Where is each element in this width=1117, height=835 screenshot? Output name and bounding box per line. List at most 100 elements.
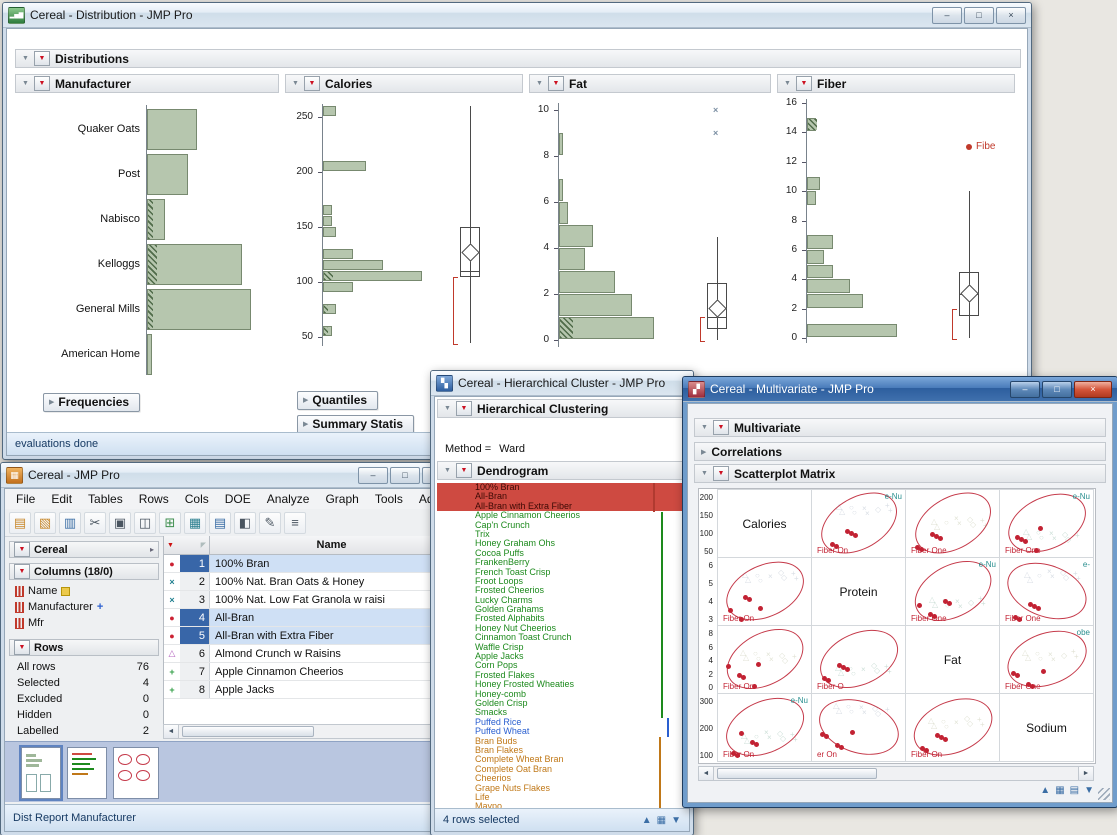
column-item-name[interactable]: Name <box>9 583 159 599</box>
maximize-button[interactable]: □ <box>964 7 994 24</box>
menu-rows[interactable]: Rows <box>132 491 176 507</box>
histogram-bar-140[interactable] <box>323 227 336 237</box>
bar-quaker-oats[interactable] <box>147 109 197 150</box>
matrix-cell-sodium-protein[interactable]: ◇×○△+◇×○△er On <box>811 693 906 762</box>
minimize-button[interactable]: – <box>1010 381 1040 398</box>
cell-name[interactable]: Apple Jacks <box>210 681 453 698</box>
histogram-bar-70[interactable] <box>323 304 336 314</box>
distribution-titlebar[interactable]: Cereal - Distribution - JMP Pro – □ × <box>3 3 1031 28</box>
histogram-bar-14[interactable] <box>807 118 816 132</box>
panel-chevron-icon[interactable]: ▸ <box>150 545 154 554</box>
dendrogram-red-triangle-menu[interactable]: ▼ <box>456 463 472 478</box>
table-row-6[interactable]: △6Almond Crunch w Raisins <box>164 645 453 663</box>
matrix-cell-sodium-calories[interactable]: △+◇×○△+◇×Fiber One-Nu <box>717 693 812 762</box>
table-row-2[interactable]: ×2100% Nat. Bran Oats & Honey <box>164 573 453 591</box>
manufacturer-red-triangle-menu[interactable]: ▼ <box>34 76 50 91</box>
table-row-1[interactable]: ●1100% Bran <box>164 555 453 573</box>
bar-general-mills[interactable] <box>147 289 251 330</box>
histogram-bar-4[interactable] <box>807 265 833 279</box>
fiber-red-triangle-menu[interactable]: ▼ <box>796 76 812 91</box>
matrix-cell-sodium-sodium[interactable]: Sodium <box>999 693 1094 762</box>
maximize-button[interactable]: □ <box>390 467 420 484</box>
histogram-bar-4[interactable] <box>559 225 593 247</box>
thumbnail-multivariate-report[interactable] <box>113 747 159 799</box>
journal-view-icon[interactable]: ▤ <box>1070 785 1079 796</box>
menu-doe[interactable]: DOE <box>218 491 258 507</box>
disclosure-open-icon[interactable]: ▼ <box>292 80 299 87</box>
add-rows-icon[interactable]: ⊞ <box>159 512 181 534</box>
grid-horizontal-scrollbar[interactable]: ◄ ► <box>163 724 453 739</box>
matrix-cell-fat-calories[interactable]: ◇×○△+◇×○△Fiber On <box>717 625 812 694</box>
calories-red-triangle-menu[interactable]: ▼ <box>304 76 320 91</box>
histogram-bar-2[interactable] <box>807 294 863 308</box>
copy-icon[interactable]: ▣ <box>109 512 131 534</box>
disclosure-open-icon[interactable]: ▼ <box>701 470 708 477</box>
open-icon[interactable]: ▧ <box>34 512 56 534</box>
histogram-bar-100[interactable] <box>323 271 422 281</box>
disclosure-open-icon[interactable]: ▼ <box>784 80 791 87</box>
matrix-cell-calories-protein[interactable]: ×○△+◇×○△+Fiber One-Nu <box>811 489 906 558</box>
quantiles-button[interactable]: ▶ Quantiles <box>297 391 378 410</box>
columns-red-triangle-menu[interactable]: ▼ <box>14 564 30 579</box>
disclosure-open-icon[interactable]: ▼ <box>22 55 29 62</box>
matrix-cell-protein-protein[interactable]: Protein <box>811 557 906 626</box>
column-item-mfr[interactable]: Mfr <box>9 615 159 631</box>
journal-icon[interactable]: ▤ <box>209 512 231 534</box>
maximize-button[interactable]: □ <box>1042 381 1072 398</box>
distributions-red-triangle-menu[interactable]: ▼ <box>34 51 50 66</box>
table-row-8[interactable]: +8Apple Jacks <box>164 681 453 699</box>
multivariate-red-triangle-menu[interactable]: ▼ <box>713 420 729 435</box>
table-panel-header[interactable]: ▼ Cereal ▸ <box>9 541 159 558</box>
histogram-bar-5[interactable] <box>807 250 824 264</box>
menu-file[interactable]: File <box>9 491 42 507</box>
thumbnail-cluster-report[interactable] <box>67 747 107 799</box>
histogram-bar-6[interactable] <box>807 235 833 249</box>
disclosure-open-icon[interactable]: ▼ <box>444 405 451 412</box>
paste-icon[interactable]: ◫ <box>134 512 156 534</box>
histogram-bar-120[interactable] <box>323 249 353 259</box>
cluster-titlebar[interactable]: Cereal - Hierarchical Cluster - JMP Pro <box>431 371 693 396</box>
caret-up-icon[interactable]: ▲ <box>642 815 652 826</box>
matrix-cell-calories-calories[interactable]: Calories <box>717 489 812 558</box>
table-row-7[interactable]: +7Apple Cinnamon Cheerios <box>164 663 453 681</box>
row-number[interactable]: 4 <box>180 609 210 626</box>
table-red-triangle-menu[interactable]: ▼ <box>14 542 30 557</box>
matrix-cell-sodium-fat[interactable]: ○△+◇×○△+◇Fiber On <box>905 693 1000 762</box>
histogram-bar-90[interactable] <box>323 282 353 292</box>
selection-triangles-icon[interactable]: ◤ <box>201 541 206 549</box>
scrollbar-thumb[interactable] <box>717 768 877 779</box>
column-item-manufacturer[interactable]: Manufacturer+ <box>9 599 159 615</box>
histogram-bar-10[interactable] <box>807 177 820 191</box>
new-data-table-icon[interactable]: ▤ <box>9 512 31 534</box>
script-icon[interactable]: ≡ <box>284 512 306 534</box>
rows-red-triangle-icon[interactable]: ▼ <box>167 542 174 549</box>
disclosure-open-icon[interactable]: ▼ <box>536 80 543 87</box>
fat-red-triangle-menu[interactable]: ▼ <box>548 76 564 91</box>
scatterplot-red-triangle-menu[interactable]: ▼ <box>713 466 729 481</box>
disclosure-open-icon[interactable]: ▼ <box>22 80 29 87</box>
histogram-bar-0[interactable] <box>807 324 897 338</box>
menu-analyze[interactable]: Analyze <box>260 491 317 507</box>
cell-name[interactable]: Apple Cinnamon Cheerios <box>210 663 453 680</box>
histogram-bar-250[interactable] <box>323 106 336 116</box>
caret-up-icon[interactable]: ▲ <box>1040 785 1050 796</box>
cell-name[interactable]: 100% Nat. Bran Oats & Honey <box>210 573 453 590</box>
matrix-cell-calories-sodium[interactable]: ◇×○△+◇×○△Fiber Onee-Nu <box>999 489 1094 558</box>
histogram-bar-50[interactable] <box>323 326 332 336</box>
bar-american-home[interactable] <box>147 334 152 375</box>
menu-edit[interactable]: Edit <box>44 491 79 507</box>
histogram-bar-8[interactable] <box>559 133 563 155</box>
matrix-cell-protein-fat[interactable]: ×○△+◇×○△+Fiber Onee-Nu <box>905 557 1000 626</box>
histogram-bar-6[interactable] <box>559 179 563 201</box>
cell-name[interactable]: 100% Nat. Low Fat Granola w raisi <box>210 591 453 608</box>
scrollbar-thumb[interactable] <box>182 726 314 737</box>
disclosure-closed-icon[interactable]: ▶ <box>701 448 706 456</box>
histogram-bar-160[interactable] <box>323 205 332 215</box>
histogram-bar-5[interactable] <box>559 202 568 224</box>
menu-tools[interactable]: Tools <box>368 491 410 507</box>
grid-view-icon[interactable]: ▦ <box>1055 785 1064 796</box>
bar-post[interactable] <box>147 154 188 195</box>
histogram-bar-2[interactable] <box>559 271 615 293</box>
annotate-icon[interactable]: ✎ <box>259 512 281 534</box>
cell-name[interactable]: 100% Bran <box>210 555 453 572</box>
